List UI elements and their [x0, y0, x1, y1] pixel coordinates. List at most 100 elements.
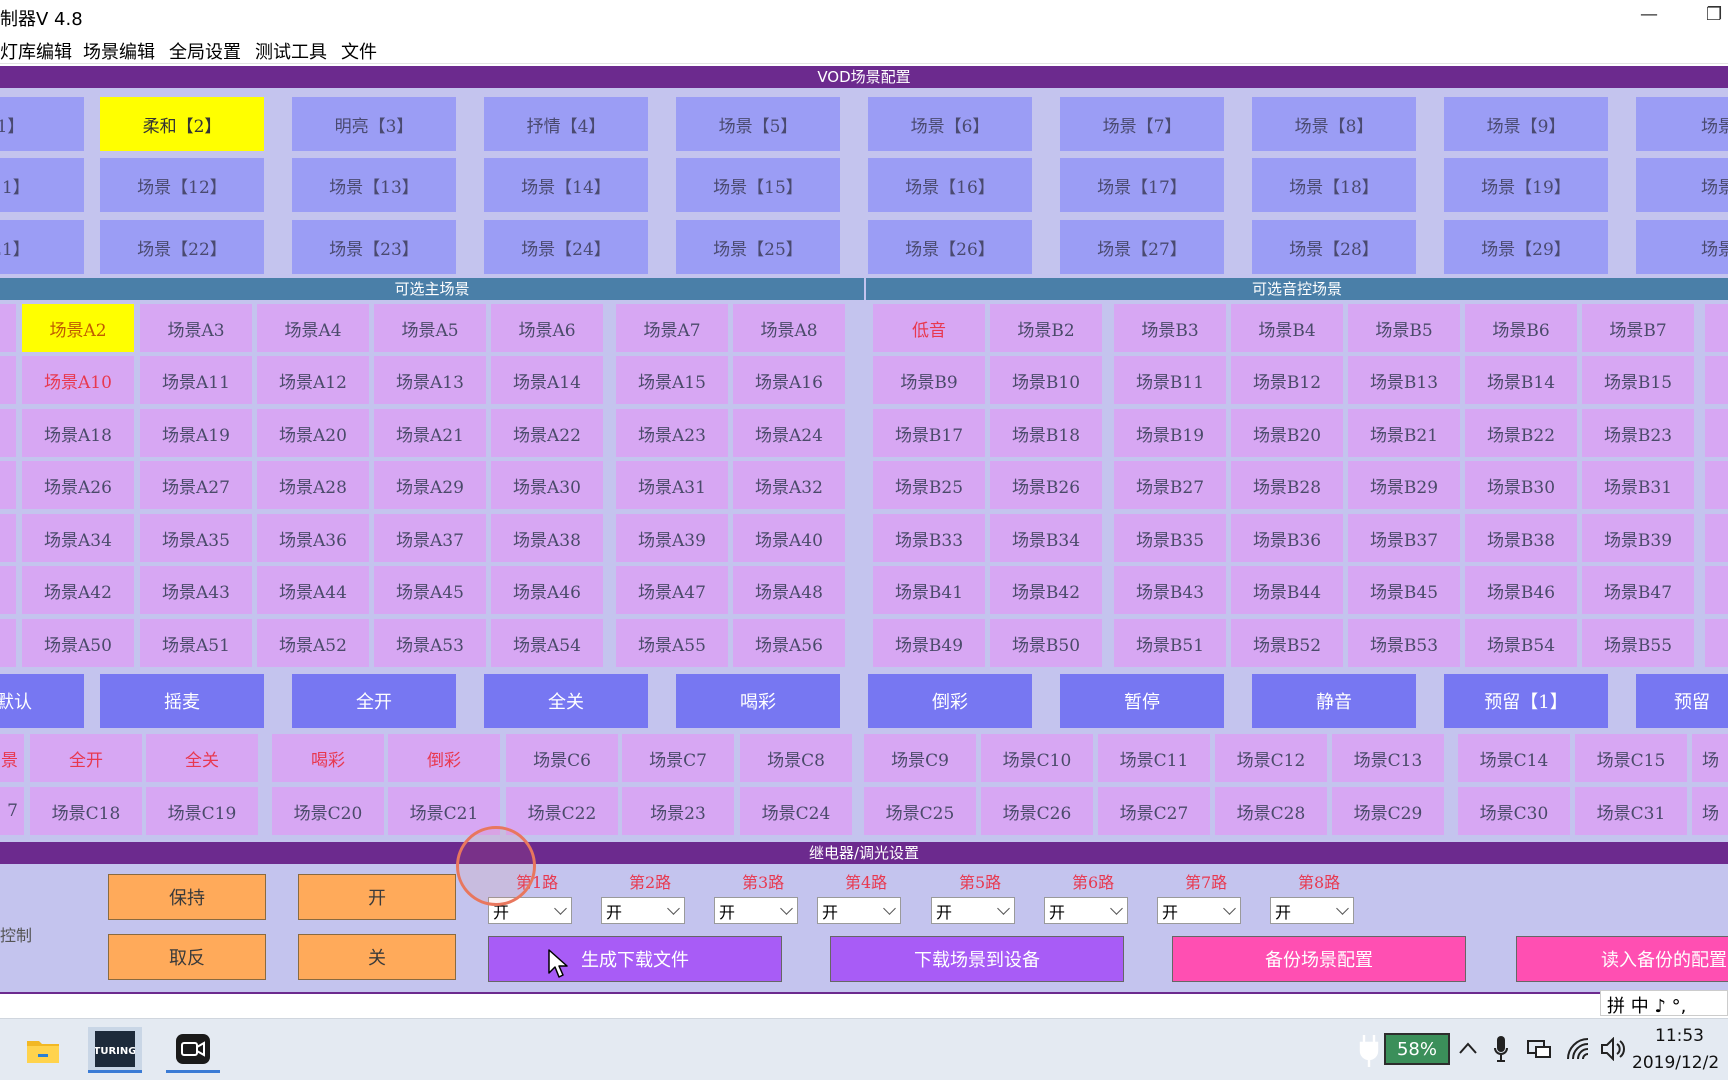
c-scene-button[interactable]: 倒彩: [388, 734, 500, 782]
audio-scene-button[interactable]: 场景B49: [873, 619, 985, 667]
main-scene-button[interactable]: 场景A56: [733, 619, 845, 667]
c-scene-button[interactable]: 场: [1692, 787, 1728, 835]
main-scene-button[interactable]: 场景A37: [374, 514, 486, 562]
vod-scene-button[interactable]: 场景【18】: [1252, 158, 1416, 212]
main-scene-button[interactable]: 场景A5: [374, 304, 486, 352]
main-scene-button[interactable]: 场景A46: [491, 566, 603, 614]
generate-download-file-button[interactable]: 生成下载文件: [488, 936, 782, 982]
c-scene-button[interactable]: 7: [0, 787, 24, 835]
main-scene-button[interactable]: 场景A51: [140, 619, 252, 667]
vod-scene-button[interactable]: 场景【23】: [292, 220, 456, 274]
audio-scene-button[interactable]: 场景B11: [1114, 356, 1226, 404]
audio-scene-button[interactable]: 场景B25: [873, 461, 985, 509]
vod-scene-button[interactable]: 场景【19】: [1444, 158, 1608, 212]
speaker-icon[interactable]: [1600, 1037, 1626, 1061]
main-scene-button[interactable]: 场景A35: [140, 514, 252, 562]
audio-scene-button[interactable]: 场景B28: [1231, 461, 1343, 509]
audio-scene-button[interactable]: 场景B51: [1114, 619, 1226, 667]
c-scene-button[interactable]: 景: [0, 734, 24, 782]
audio-scene-button[interactable]: 场景B9: [873, 356, 985, 404]
main-scene-button[interactable]: 场景A48: [733, 566, 845, 614]
backup-scene-config-button[interactable]: 备份场景配置: [1172, 936, 1466, 982]
main-scene-button[interactable]: 场景A13: [374, 356, 486, 404]
main-scene-button[interactable]: 场景A11: [140, 356, 252, 404]
network-icon[interactable]: [1526, 1037, 1552, 1061]
vod-scene-button[interactable]: 场景【16】: [868, 158, 1032, 212]
main-scene-button[interactable]: 场景A55: [616, 619, 728, 667]
audio-scene-button[interactable]: 场景B54: [1465, 619, 1577, 667]
main-scene-button[interactable]: 场景A31: [616, 461, 728, 509]
c-scene-button[interactable]: 场景C13: [1332, 734, 1444, 782]
on-button[interactable]: 开: [298, 874, 456, 920]
main-scene-button[interactable]: 场景A45: [374, 566, 486, 614]
turing-app-icon[interactable]: TURING: [88, 1027, 142, 1073]
c-scene-button[interactable]: 场景C27: [1098, 787, 1210, 835]
audio-scene-button[interactable]: 场景B13: [1348, 356, 1460, 404]
main-scene-button[interactable]: 场景A15: [616, 356, 728, 404]
audio-scene-button[interactable]: 场景B2: [990, 304, 1102, 352]
main-scene-button[interactable]: 场景A34: [22, 514, 134, 562]
main-scene-button[interactable]: 场景A53: [374, 619, 486, 667]
audio-scene-button[interactable]: 场景B45: [1348, 566, 1460, 614]
menu-global-settings[interactable]: 全局设置: [169, 38, 241, 64]
audio-scene-button[interactable]: [1705, 304, 1728, 352]
audio-scene-button[interactable]: 场景B52: [1231, 619, 1343, 667]
c-scene-button[interactable]: 场景C20: [272, 787, 384, 835]
vod-scene-button[interactable]: 场景【22】: [100, 220, 264, 274]
main-scene-button[interactable]: 场景A18: [22, 409, 134, 457]
download-scene-to-device-button[interactable]: 下载场景到设备: [830, 936, 1124, 982]
audio-scene-button[interactable]: 场景B14: [1465, 356, 1577, 404]
vod-scene-button[interactable]: 【1】: [0, 97, 84, 151]
vod-scene-button[interactable]: 明亮【3】: [292, 97, 456, 151]
main-scene-button[interactable]: 场景A19: [140, 409, 252, 457]
audio-scene-button[interactable]: 场景B44: [1231, 566, 1343, 614]
main-scene-button[interactable]: [0, 619, 16, 667]
audio-scene-button[interactable]: 低音: [873, 304, 985, 352]
audio-scene-button[interactable]: 场景B17: [873, 409, 985, 457]
wifi-icon[interactable]: [1566, 1037, 1590, 1061]
c-scene-button[interactable]: 场景C26: [981, 787, 1093, 835]
main-scene-button[interactable]: 场景A4: [257, 304, 369, 352]
main-scene-button[interactable]: 场景A54: [491, 619, 603, 667]
c-scene-button[interactable]: 场景C18: [30, 787, 142, 835]
vod-scene-button[interactable]: 场景: [1636, 158, 1728, 212]
c-scene-button[interactable]: 场景C24: [740, 787, 852, 835]
c-scene-button[interactable]: 场景C7: [622, 734, 734, 782]
vod-scene-button[interactable]: 场景【9】: [1444, 97, 1608, 151]
main-scene-button[interactable]: 场景A14: [491, 356, 603, 404]
relay-channel-select[interactable]: 开: [1044, 897, 1128, 924]
audio-scene-button[interactable]: 场景B33: [873, 514, 985, 562]
menu-test-tools[interactable]: 测试工具: [255, 38, 327, 64]
main-scene-button[interactable]: 场景A38: [491, 514, 603, 562]
vod-scene-button[interactable]: 场景【27】: [1060, 220, 1224, 274]
audio-scene-button[interactable]: 场景B3: [1114, 304, 1226, 352]
relay-channel-select[interactable]: 开: [601, 897, 685, 924]
main-scene-button[interactable]: 场景A28: [257, 461, 369, 509]
file-explorer-icon[interactable]: [16, 1027, 70, 1073]
c-scene-button[interactable]: 场景C12: [1215, 734, 1327, 782]
c-scene-button[interactable]: 全关: [146, 734, 258, 782]
keep-button[interactable]: 保持: [108, 874, 266, 920]
audio-scene-button[interactable]: 场景B42: [990, 566, 1102, 614]
c-scene-button[interactable]: 场景C10: [981, 734, 1093, 782]
audio-scene-button[interactable]: 场景B10: [990, 356, 1102, 404]
vod-scene-button[interactable]: 场景【28】: [1252, 220, 1416, 274]
audio-scene-button[interactable]: [1705, 356, 1728, 404]
audio-scene-button[interactable]: [1705, 619, 1728, 667]
main-scene-button[interactable]: 场景A21: [374, 409, 486, 457]
vod-scene-button[interactable]: 场景【13】: [292, 158, 456, 212]
main-scene-button[interactable]: 场景A36: [257, 514, 369, 562]
c-scene-button[interactable]: 场景C14: [1458, 734, 1570, 782]
main-scene-button[interactable]: 场景A24: [733, 409, 845, 457]
vod-scene-button[interactable]: 抒情【4】: [484, 97, 648, 151]
c-scene-button[interactable]: 场景C29: [1332, 787, 1444, 835]
vod-scene-button[interactable]: 场景【25】: [676, 220, 840, 274]
menu-file[interactable]: 文件: [341, 38, 377, 64]
control-button[interactable]: 倒彩: [868, 674, 1032, 728]
microphone-icon[interactable]: [1494, 1035, 1508, 1063]
main-scene-button[interactable]: 场景A43: [140, 566, 252, 614]
vod-scene-button[interactable]: 场景【26】: [868, 220, 1032, 274]
vod-scene-button[interactable]: 场景【5】: [676, 97, 840, 151]
main-scene-button[interactable]: 场景A20: [257, 409, 369, 457]
audio-scene-button[interactable]: 场景B29: [1348, 461, 1460, 509]
